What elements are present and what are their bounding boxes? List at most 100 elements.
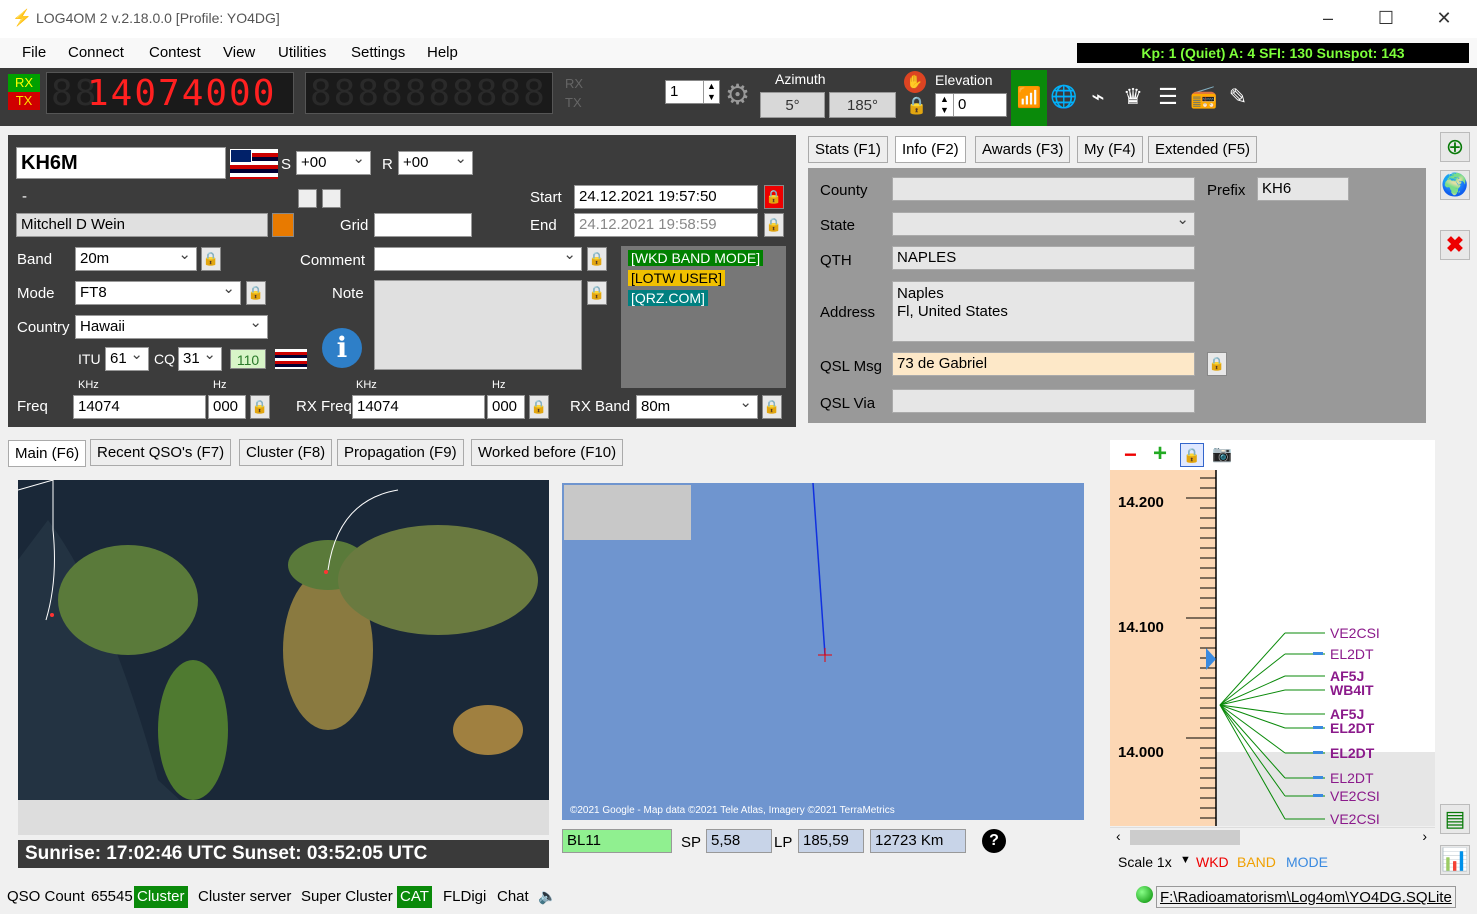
comment-lock-button[interactable]: 🔒 — [587, 247, 607, 271]
minimize-button[interactable]: – — [1318, 8, 1338, 29]
tab-cluster[interactable]: Cluster (F8) — [239, 439, 333, 466]
world-map[interactable] — [18, 480, 549, 835]
menu-contest[interactable]: Contest — [149, 44, 201, 61]
radio-icon[interactable]: 📻 — [1190, 84, 1217, 110]
band-lock-button[interactable]: 🔒 — [201, 247, 221, 271]
rxfreq-lock-button[interactable]: 🔒 — [529, 395, 549, 419]
mode-select[interactable]: FT8 — [75, 278, 241, 305]
add-icon[interactable]: ⊕ — [1440, 132, 1470, 162]
tab-extended[interactable]: Extended (F5) — [1148, 136, 1258, 163]
info-icon[interactable]: i — [322, 328, 362, 368]
tab-info[interactable]: Info (F2) — [895, 136, 966, 163]
chat-status[interactable]: Chat — [494, 886, 532, 908]
bandmap-scrollbar[interactable]: ‹ › — [1110, 827, 1435, 847]
location-map[interactable]: ©2021 Google - Map data ©2021 Tele Atlas… — [562, 483, 1084, 820]
prefix-field[interactable]: KH6 — [1257, 177, 1349, 201]
county-field[interactable] — [892, 177, 1195, 201]
bandmap-lock-icon[interactable]: 🔒 — [1180, 443, 1204, 467]
stop-rotator-icon[interactable]: ✋ — [904, 71, 926, 93]
menu-help[interactable]: Help — [427, 44, 458, 61]
start-time-field[interactable]: 24.12.2021 19:57:50 — [574, 185, 758, 209]
cluster-status[interactable]: Cluster — [134, 886, 188, 908]
mode-lock-button[interactable]: 🔒 — [246, 281, 266, 305]
band-map[interactable]: 14.200 14.100 14.000 VE2CSI EL2DT AF5J WB4IT AF… — [1110, 470, 1435, 826]
rxfreq-hz-field[interactable]: 000 — [487, 395, 525, 419]
cat-connected-indicator[interactable]: 📶 — [1011, 70, 1047, 126]
speaker-icon[interactable]: 🔈 — [535, 886, 560, 908]
mode-filter[interactable]: MODE — [1286, 854, 1328, 870]
address-field[interactable]: Naples Fl, United States — [892, 281, 1195, 342]
antenna-icon[interactable]: ⌁ — [1085, 84, 1111, 110]
chart-side-icon[interactable]: 📊 — [1440, 845, 1470, 875]
elevation-spin[interactable]: ▲ ▼ 0 — [935, 93, 1007, 117]
scale-label[interactable]: Scale 1x — [1118, 854, 1172, 870]
menu-utilities[interactable]: Utilities — [278, 44, 326, 61]
tab-awards[interactable]: Awards (F3) — [975, 136, 1071, 163]
fldigi-status[interactable]: FLDigi — [440, 886, 489, 908]
qth-field[interactable]: NAPLES — [892, 246, 1195, 270]
rxband-lock-button[interactable]: 🔒 — [762, 395, 782, 419]
super-cluster-status[interactable]: Super Cluster — [298, 886, 396, 908]
rotator-lock-icon[interactable]: 🔒 — [906, 96, 927, 116]
tab-main[interactable]: Main (F6) — [8, 440, 87, 467]
pen-icon[interactable]: ✎ — [1225, 84, 1251, 110]
tab-recent-qsos[interactable]: Recent QSO's (F7) — [90, 439, 232, 466]
band-filter[interactable]: BAND — [1237, 854, 1276, 870]
rxband-select[interactable]: 80m — [636, 392, 758, 419]
rst-sent-select[interactable]: +00 — [296, 148, 371, 175]
note-lock-button[interactable]: 🔒 — [587, 281, 607, 305]
award-crown-icon[interactable]: ♛ — [1120, 84, 1146, 110]
menu-view[interactable]: View — [223, 44, 255, 61]
globe-icon[interactable]: 🌐 — [1050, 84, 1077, 110]
maximize-button[interactable]: ☐ — [1376, 8, 1396, 29]
qslmsg-field[interactable]: 73 de Gabriel — [892, 352, 1195, 376]
globe-side-icon[interactable]: 🌍 — [1440, 170, 1470, 200]
qslmsg-lock-button[interactable]: 🔒 — [1207, 352, 1227, 376]
list-side-icon[interactable]: ▤ — [1440, 804, 1470, 834]
country-select[interactable]: Hawaii — [75, 312, 268, 339]
help-icon[interactable]: ? — [982, 829, 1006, 853]
grid-field[interactable] — [374, 213, 472, 237]
cluster-server-status[interactable]: Cluster server — [195, 886, 294, 908]
wkd-filter[interactable]: WKD — [1196, 854, 1229, 870]
menu-connect[interactable]: Connect — [68, 44, 124, 61]
tab-propagation[interactable]: Propagation (F9) — [337, 439, 464, 466]
cat-status[interactable]: CAT — [397, 886, 432, 908]
name-field[interactable]: Mitchell D Wein — [16, 213, 268, 237]
qrz-lookup-icon[interactable] — [272, 213, 294, 237]
freq-hz-field[interactable]: 000 — [208, 395, 246, 419]
azimuth-lp-button[interactable]: 185° — [829, 92, 896, 118]
database-path[interactable]: F:\Radioamatorism\Log4om\YO4DG.SQLite — [1156, 886, 1456, 908]
server-icon[interactable]: ☰ — [1155, 84, 1181, 110]
start-lock-button[interactable]: 🔒 — [764, 185, 784, 209]
freq-khz-field[interactable]: 14074 — [73, 395, 206, 419]
qslvia-field[interactable] — [892, 389, 1195, 413]
close-button[interactable]: ✕ — [1434, 8, 1454, 29]
rxfreq-khz-field[interactable]: 14074 — [352, 395, 485, 419]
tab-worked-before[interactable]: Worked before (F10) — [471, 439, 624, 466]
close-qso-icon[interactable]: ✖ — [1440, 230, 1470, 260]
zoom-out-icon[interactable]: − — [1124, 442, 1137, 468]
option-box-2[interactable] — [322, 189, 341, 208]
end-time-field[interactable]: 24.12.2021 19:58:59 — [574, 213, 758, 237]
freq-lock-button[interactable]: 🔒 — [250, 395, 270, 419]
menu-settings[interactable]: Settings — [351, 44, 405, 61]
zoom-in-icon[interactable]: + — [1153, 440, 1167, 468]
rst-rcvd-select[interactable]: +00 — [398, 148, 473, 175]
callsign-input[interactable]: KH6M — [16, 147, 226, 179]
camera-icon[interactable]: 📷 — [1212, 444, 1232, 464]
locator-field[interactable]: BL11 — [562, 829, 672, 853]
comment-select[interactable] — [374, 244, 582, 271]
menu-file[interactable]: File — [22, 44, 46, 61]
scale-dropdown-icon[interactable]: ▼ — [1180, 854, 1191, 866]
tab-my[interactable]: My (F4) — [1077, 136, 1143, 163]
note-textarea[interactable] — [374, 280, 582, 370]
azimuth-sp-button[interactable]: 5° — [760, 92, 825, 118]
itu-select[interactable]: 61 — [105, 344, 149, 371]
band-select[interactable]: 20m — [75, 244, 197, 271]
gear-icon[interactable]: ⚙ — [725, 78, 750, 111]
tab-stats[interactable]: Stats (F1) — [808, 136, 888, 163]
option-box-1[interactable] — [298, 189, 317, 208]
state-select[interactable] — [892, 209, 1195, 236]
end-lock-button[interactable]: 🔒 — [764, 213, 784, 237]
